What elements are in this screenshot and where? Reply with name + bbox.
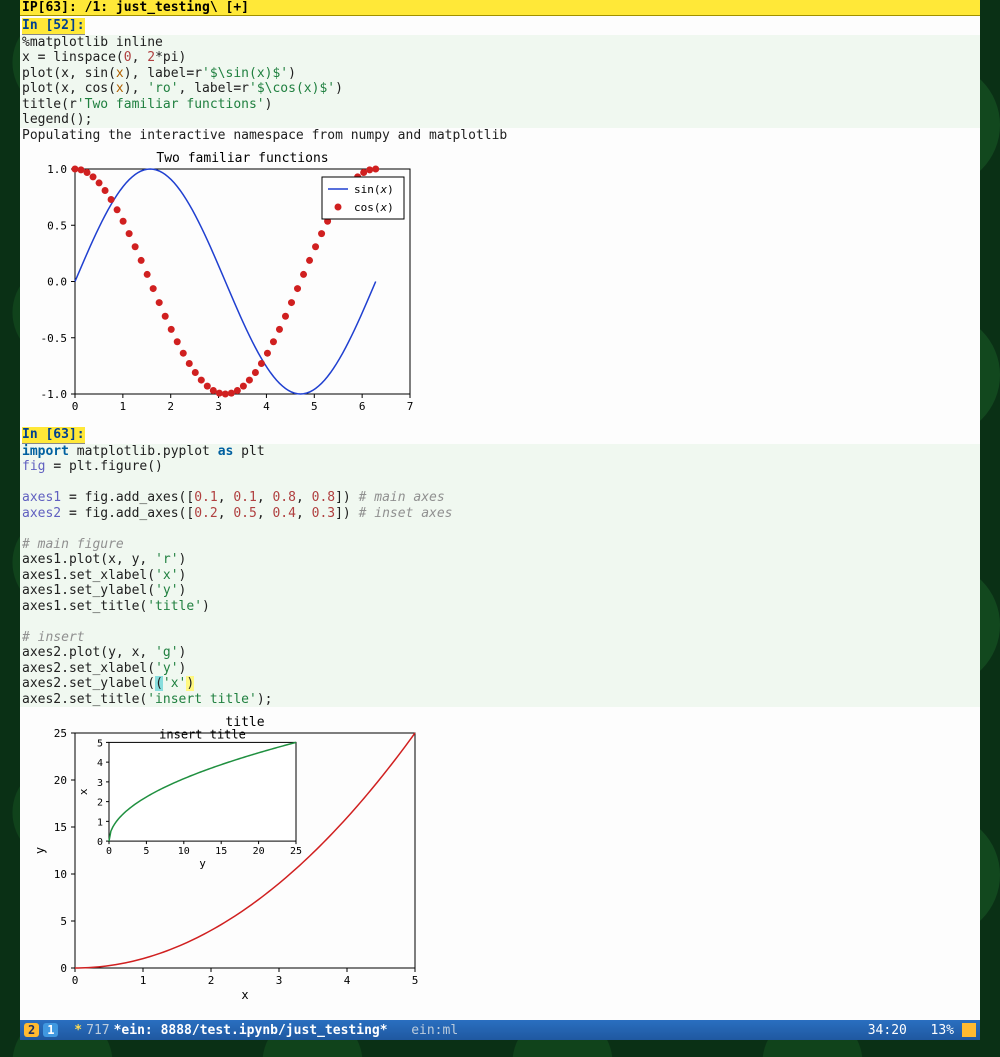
svg-text:0: 0	[72, 974, 79, 987]
svg-text:0.0: 0.0	[47, 276, 67, 289]
cell-stdout: Populating the interactive namespace fro…	[20, 128, 980, 144]
workspace-badge[interactable]: 2	[24, 1023, 39, 1037]
scroll-indicator	[962, 1023, 976, 1037]
svg-text:sin(x): sin(x)	[354, 183, 394, 196]
svg-text:2: 2	[208, 974, 215, 987]
buffer-content[interactable]: In [52]: %matplotlib inline x = linspace…	[20, 16, 980, 1020]
svg-text:0: 0	[97, 837, 103, 848]
svg-text:10: 10	[178, 846, 190, 857]
svg-text:0: 0	[106, 846, 112, 857]
svg-text:cos(x): cos(x)	[354, 201, 394, 214]
svg-text:20: 20	[253, 846, 265, 857]
svg-text:7: 7	[407, 400, 414, 413]
svg-text:3: 3	[276, 974, 283, 987]
svg-text:0.5: 0.5	[47, 219, 67, 232]
cell-1-output-figure: Two familiar functions 0 1 2 3 4 5 6 7 -1.0 -0.5 0.…	[20, 143, 980, 425]
window-titlebar: IP[63]: /1: just_testing\ [+]	[20, 0, 980, 16]
scroll-percent: 13%	[931, 1023, 954, 1038]
line-count: 717	[86, 1023, 109, 1038]
svg-text:5: 5	[143, 846, 149, 857]
svg-text:y: y	[199, 857, 206, 870]
cell-prompt[interactable]: In [63]:	[22, 427, 85, 444]
inset-axes-chart: title012345x0510152025yinsert title05101…	[30, 713, 430, 1003]
svg-text:5: 5	[97, 738, 103, 749]
svg-text:insert title: insert title	[159, 727, 246, 741]
modified-indicator: *	[74, 1023, 82, 1038]
svg-text:5: 5	[60, 915, 67, 928]
svg-text:x: x	[241, 988, 248, 1002]
svg-text:4: 4	[97, 758, 103, 769]
sin-cos-chart: Two familiar functions 0 1 2 3 4 5 6 7 -1.0 -0.5 0.…	[30, 149, 420, 419]
svg-text:2: 2	[97, 798, 103, 809]
svg-text:25: 25	[290, 846, 302, 857]
svg-text:3: 3	[97, 778, 103, 789]
svg-text:x: x	[77, 788, 90, 795]
svg-text:20: 20	[54, 774, 67, 787]
svg-text:Two familiar functions: Two familiar functions	[156, 151, 328, 166]
emacs-frame: IP[63]: /1: just_testing\ [+] In [52]: %…	[20, 0, 980, 1040]
major-mode: ein:ml	[411, 1023, 458, 1038]
svg-text:y: y	[33, 847, 47, 854]
code-cell-2[interactable]: import matplotlib.pyplot as plt fig = pl…	[20, 444, 980, 708]
window-badge[interactable]: 1	[43, 1023, 58, 1037]
cell-2-output-figure: title012345x0510152025yinsert title05101…	[20, 707, 980, 1009]
svg-text:6: 6	[359, 400, 366, 413]
svg-text:3: 3	[215, 400, 222, 413]
svg-text:1: 1	[97, 817, 103, 828]
svg-text:1: 1	[120, 400, 127, 413]
mode-line: 2 1 * 717 *ein: 8888/test.ipynb/just_tes…	[20, 1020, 980, 1040]
svg-text:1.0: 1.0	[47, 163, 67, 176]
svg-text:-0.5: -0.5	[41, 332, 68, 345]
svg-text:1: 1	[140, 974, 147, 987]
cursor-position: 34:20	[868, 1023, 907, 1038]
svg-text:2: 2	[167, 400, 174, 413]
svg-text:0: 0	[60, 962, 67, 975]
svg-text:10: 10	[54, 868, 67, 881]
cell-prompt[interactable]: In [52]:	[22, 18, 85, 35]
svg-text:5: 5	[412, 974, 419, 987]
svg-text:5: 5	[311, 400, 318, 413]
svg-text:15: 15	[215, 846, 227, 857]
svg-text:15: 15	[54, 821, 67, 834]
svg-text:0: 0	[72, 400, 79, 413]
svg-text:4: 4	[263, 400, 270, 413]
buffer-name: *ein: 8888/test.ipynb/just_testing*	[114, 1023, 388, 1038]
svg-text:25: 25	[54, 727, 67, 740]
svg-text:-1.0: -1.0	[41, 388, 68, 401]
code-cell-1[interactable]: %matplotlib inline x = linspace(0, 2*pi)…	[20, 35, 980, 128]
svg-text:4: 4	[344, 974, 351, 987]
titlebar-text: IP[63]: /1: just_testing\ [+]	[22, 0, 249, 15]
